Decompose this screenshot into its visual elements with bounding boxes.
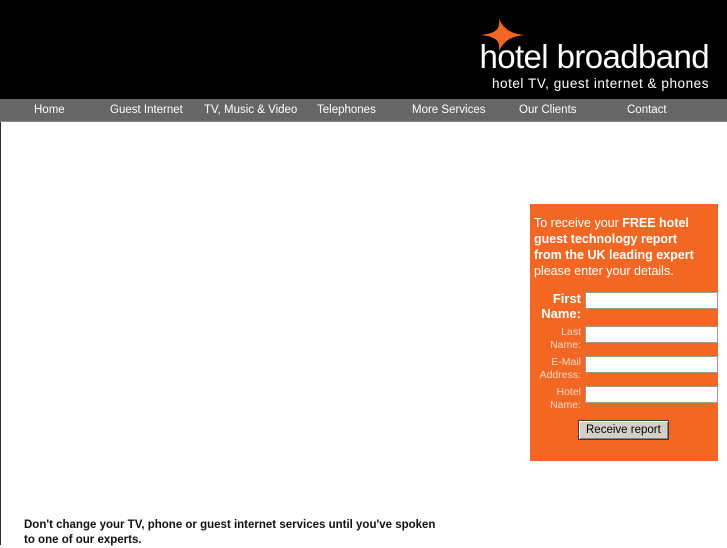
nav-item-tv-music-video[interactable]: TV, Music & Video — [204, 99, 297, 121]
first-name-label: First Name: — [541, 291, 581, 321]
report-signup-form: To receive your FREE hotel guest technol… — [530, 204, 718, 461]
form-intro-lead: To receive your — [534, 216, 623, 230]
last-name-input[interactable] — [585, 326, 718, 343]
nav-list: Home Guest Internet TV, Music & Video Te… — [0, 99, 727, 121]
logo[interactable]: hotel broadband hotel TV, guest internet… — [479, 19, 710, 91]
form-fields: First Name: Last Name: E-Mail Address: H… — [530, 291, 718, 411]
form-row-hotel-name: Hotel Name: — [530, 386, 718, 411]
form-submit-row: Receive report — [530, 420, 718, 440]
footer-advice-note: Don't change your TV, phone or guest int… — [24, 519, 436, 546]
nav-item-home[interactable]: Home — [34, 99, 65, 121]
form-row-first-name: First Name: — [530, 291, 718, 321]
site-header: hotel broadband hotel TV, guest internet… — [0, 0, 727, 99]
nav-item-guest-internet[interactable]: Guest Internet — [110, 99, 183, 121]
hotel-name-label: Hotel Name: — [550, 386, 581, 411]
logo-tagline: hotel TV, guest internet & phones — [491, 76, 709, 91]
form-intro-text: To receive your FREE hotel guest technol… — [530, 204, 718, 279]
nav-item-our-clients[interactable]: Our Clients — [519, 99, 577, 121]
form-row-email-address: E-Mail Address: — [530, 356, 718, 381]
nav-item-contact[interactable]: Contact — [627, 99, 667, 121]
nav-item-more-services[interactable]: More Services — [412, 99, 486, 121]
orange-four-point-star-icon — [481, 19, 526, 51]
hotel-name-input[interactable] — [585, 386, 718, 403]
receive-report-button[interactable]: Receive report — [578, 420, 669, 440]
first-name-input[interactable] — [585, 292, 718, 309]
nav-item-telephones[interactable]: Telephones — [317, 99, 376, 121]
main-navigation: Home Guest Internet TV, Music & Video Te… — [0, 99, 727, 122]
email-address-label: E-Mail Address: — [539, 356, 581, 381]
last-name-label: Last Name: — [550, 326, 581, 351]
form-intro-tail: please enter your details. — [534, 264, 674, 278]
form-row-last-name: Last Name: — [530, 326, 718, 351]
email-address-input[interactable] — [585, 356, 718, 373]
